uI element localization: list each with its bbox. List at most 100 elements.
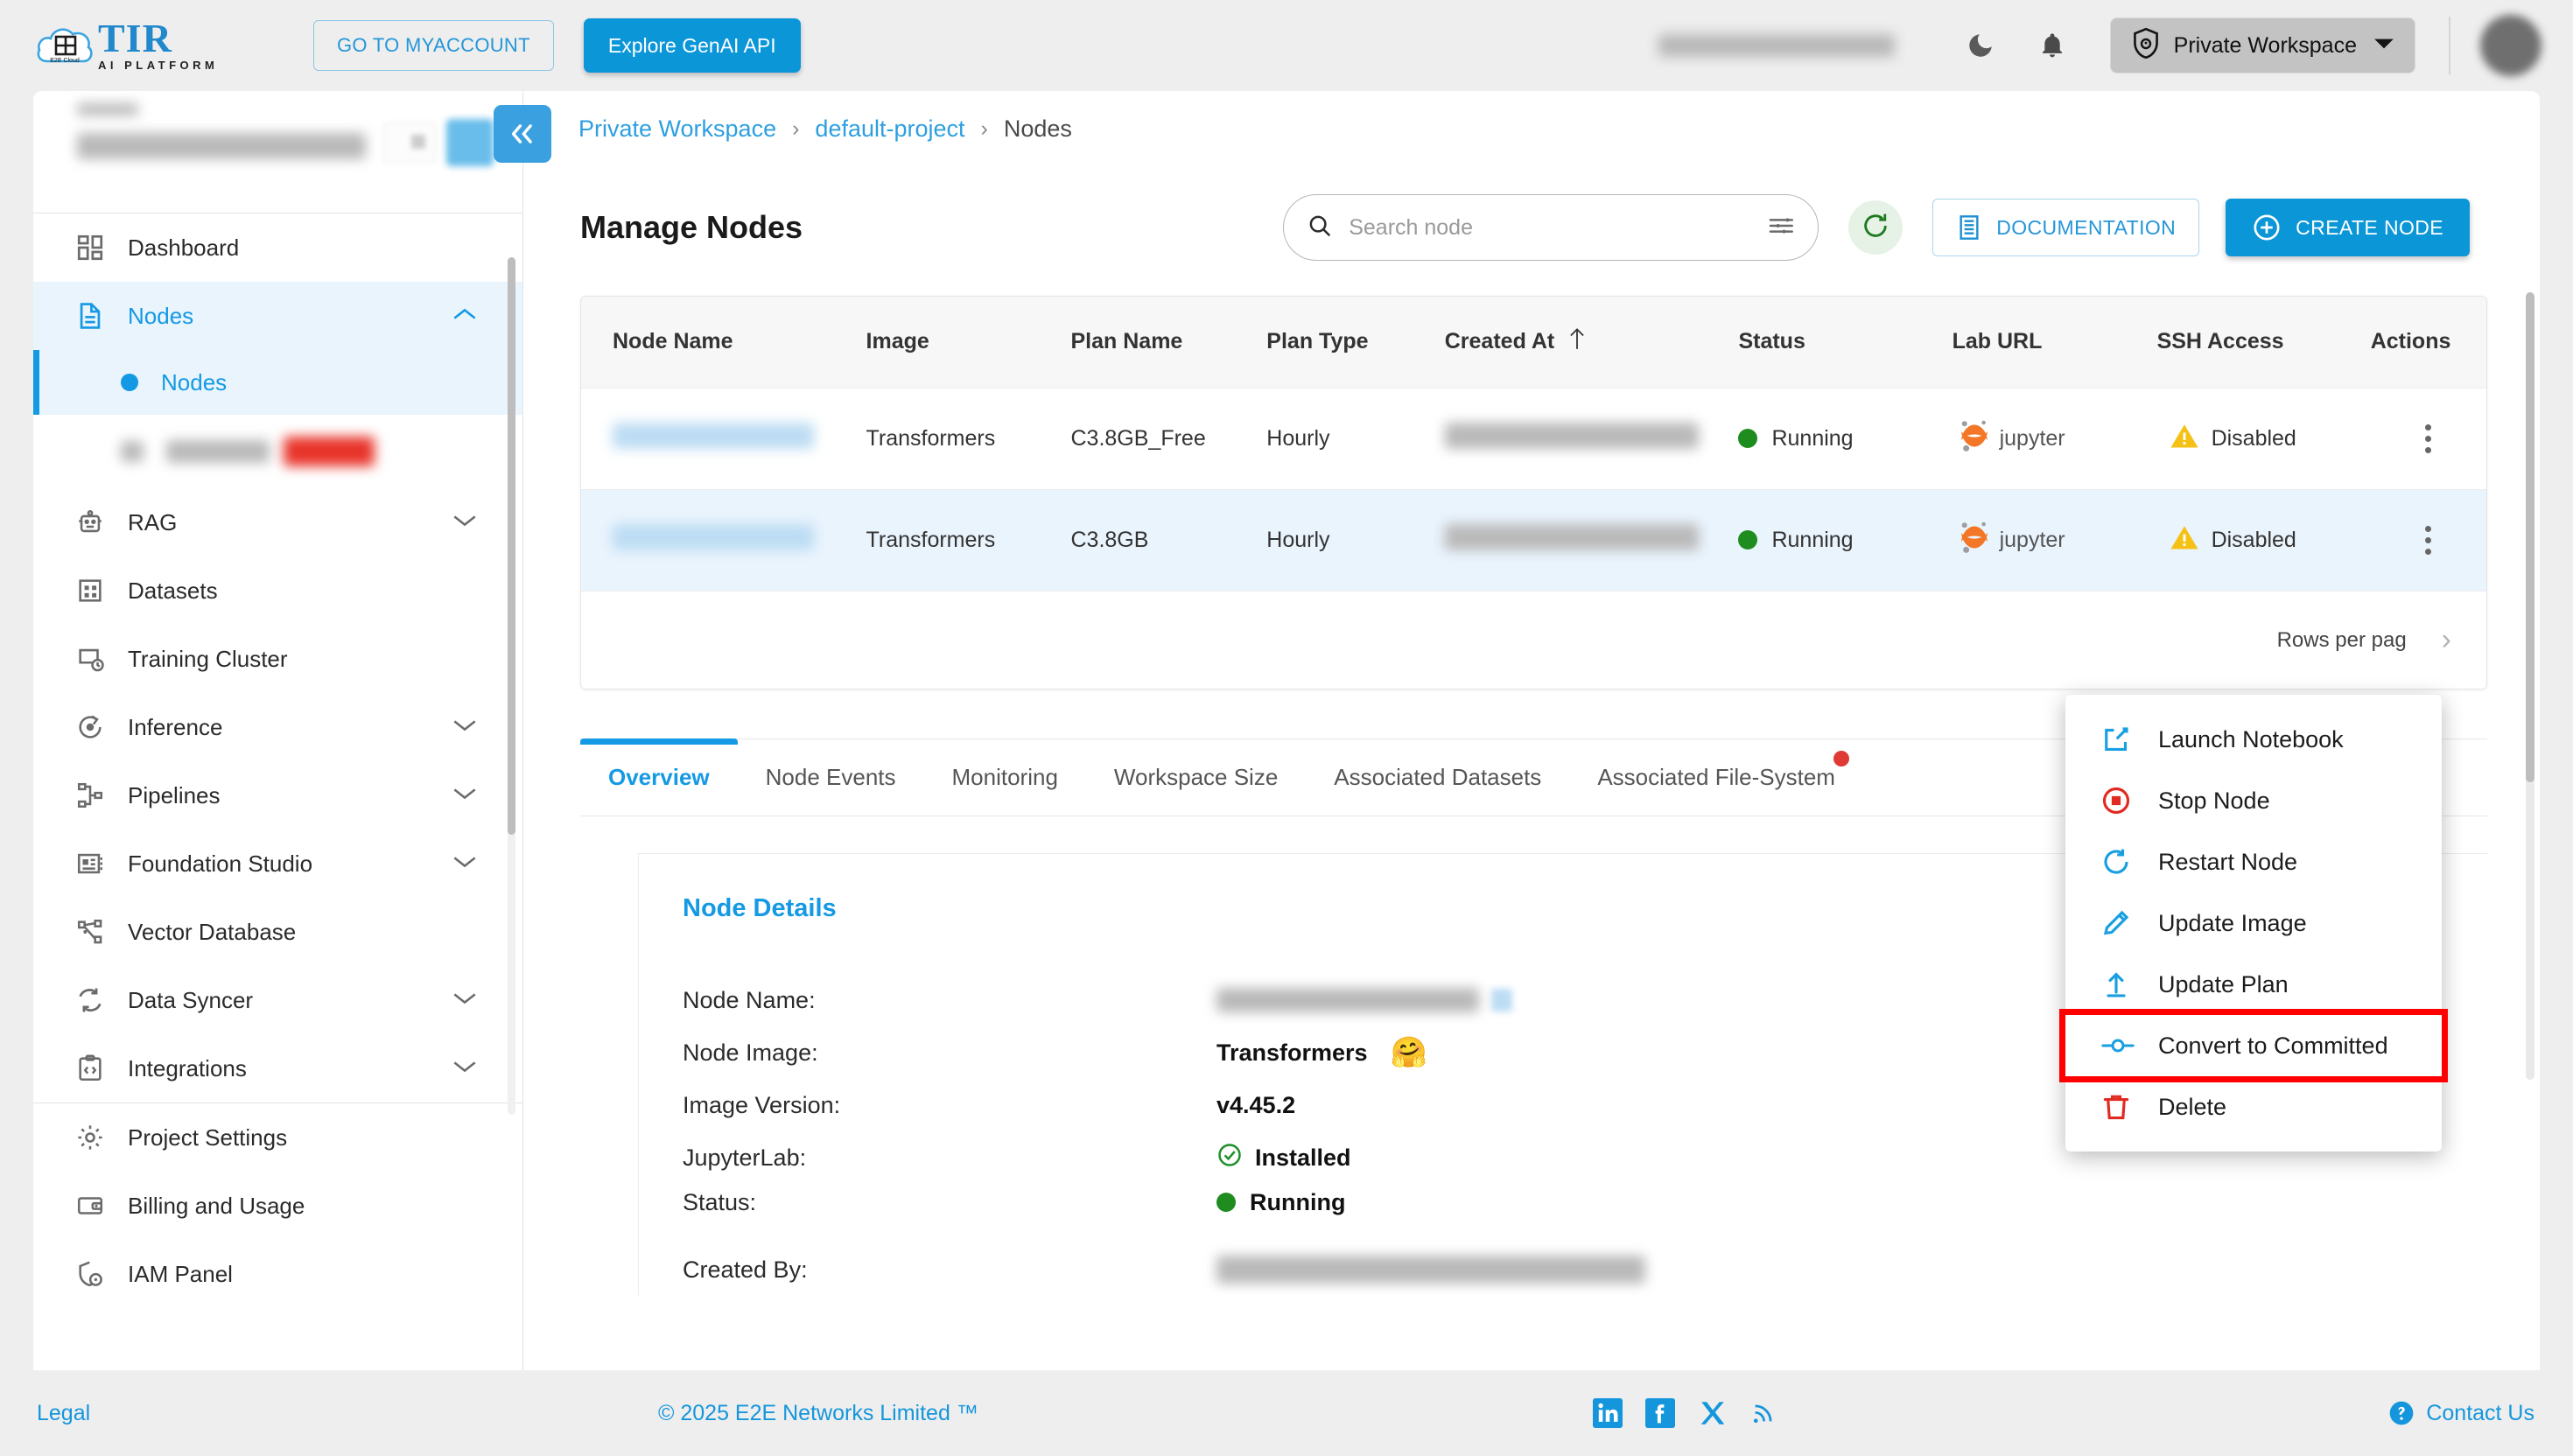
- rss-icon[interactable]: [1750, 1398, 1777, 1428]
- linkedin-icon[interactable]: [1593, 1398, 1623, 1428]
- tab-associated-file-system[interactable]: Associated File-System: [1569, 738, 1863, 816]
- tab-monitoring[interactable]: Monitoring: [924, 738, 1086, 816]
- col-ssh-access[interactable]: SSH Access: [2157, 297, 2371, 388]
- chevron-down-icon: [452, 513, 477, 533]
- table-row[interactable]: Transformers C3.8GB_Free Hourly Running: [581, 388, 2486, 489]
- menu-item-update-image[interactable]: Update Image: [2065, 892, 2442, 954]
- menu-item-stop-node[interactable]: Stop Node: [2065, 770, 2442, 831]
- tune-filter-icon[interactable]: [1767, 213, 1795, 243]
- detail-label: Status:: [683, 1188, 757, 1215]
- sidebar-item-project-settings[interactable]: Project Settings: [33, 1103, 522, 1172]
- col-status[interactable]: Status: [1738, 297, 1952, 388]
- sidebar-item-vector-database[interactable]: Vector Database: [33, 898, 522, 966]
- sidebar-item-nodes[interactable]: Nodes: [33, 282, 522, 350]
- sidebar-item-integrations[interactable]: Integrations: [33, 1034, 522, 1102]
- menu-item-launch-notebook[interactable]: Launch Notebook: [2065, 709, 2442, 770]
- col-created-at[interactable]: Created At: [1445, 297, 1739, 388]
- sidebar-item-dashboard[interactable]: Dashboard: [33, 214, 522, 282]
- col-image[interactable]: Image: [866, 297, 1071, 388]
- menu-item-label: Convert to Committed: [2158, 1032, 2388, 1059]
- col-plan-name[interactable]: Plan Name: [1071, 297, 1267, 388]
- kebab-menu-icon[interactable]: [2371, 422, 2486, 456]
- detail-label: Image Version:: [683, 1091, 841, 1118]
- footer-legal-link[interactable]: Legal: [37, 1401, 90, 1426]
- tab-workspace-size[interactable]: Workspace Size: [1086, 738, 1306, 816]
- sidebar-subitem-blurred[interactable]: [33, 415, 522, 488]
- detail-value: v4.45.2: [1216, 1091, 1296, 1118]
- cell-actions[interactable]: [2371, 388, 2486, 489]
- workspace-selector[interactable]: Private Workspace: [2109, 18, 2415, 74]
- topbar-divider: [2449, 17, 2450, 74]
- vector-db-icon: [75, 917, 116, 947]
- sidebar-item-iam-panel[interactable]: IAM Panel: [33, 1240, 522, 1308]
- jupyter-label: jupyter: [1999, 527, 2065, 552]
- cluster-clock-icon: [75, 644, 116, 674]
- explore-genai-api-button[interactable]: Explore GenAI API: [583, 18, 801, 73]
- copy-icon[interactable]: [1491, 989, 1512, 1012]
- search-node-container[interactable]: [1283, 194, 1819, 261]
- created-at-blurred: [1444, 422, 1699, 449]
- tab-node-events[interactable]: Node Events: [738, 738, 924, 816]
- tab-associated-datasets[interactable]: Associated Datasets: [1306, 738, 1569, 816]
- breadcrumb-workspace[interactable]: Private Workspace: [578, 116, 776, 143]
- sidebar-item-data-syncer[interactable]: Data Syncer: [33, 966, 522, 1034]
- sidebar-item-training-cluster[interactable]: Training Cluster: [33, 625, 522, 693]
- menu-item-label: Launch Notebook: [2158, 725, 2344, 752]
- menu-item-convert-to-committed[interactable]: Convert to Committed: [2059, 1009, 2448, 1082]
- table-body: Transformers C3.8GB_Free Hourly Running: [581, 388, 2486, 591]
- tab-label: Associated File-System: [1597, 763, 1835, 790]
- x-twitter-icon[interactable]: [1698, 1398, 1728, 1428]
- col-lab-url[interactable]: Lab URL: [1953, 297, 2157, 388]
- moon-icon[interactable]: [1956, 21, 2005, 70]
- facebook-icon[interactable]: [1645, 1398, 1675, 1428]
- detail-value: Transformers 🤗: [1216, 1035, 1427, 1070]
- menu-item-label: Update Image: [2158, 909, 2307, 936]
- col-plan-type[interactable]: Plan Type: [1266, 297, 1444, 388]
- cell-node-name[interactable]: [581, 489, 866, 591]
- jupyter-icon: [1953, 515, 1996, 565]
- sidebar-item-billing-and-usage[interactable]: Billing and Usage: [33, 1172, 522, 1240]
- sidebar-item-label: Data Syncer: [128, 986, 254, 1013]
- user-avatar[interactable]: [2480, 15, 2541, 76]
- sidebar-subitem-nodes[interactable]: Nodes: [33, 350, 522, 415]
- create-node-button[interactable]: CREATE NODE: [2226, 199, 2470, 256]
- footer-copyright: © 2025 E2E Networks Limited ™: [658, 1400, 978, 1425]
- refresh-button[interactable]: [1848, 200, 1903, 255]
- content-scrollbar-thumb[interactable]: [2526, 292, 2534, 782]
- sidebar-item-pipelines[interactable]: Pipelines: [33, 761, 522, 830]
- cell-actions[interactable]: [2371, 489, 2486, 591]
- tab-overview[interactable]: Overview: [580, 738, 738, 816]
- project-box-blurred: [383, 122, 436, 163]
- sidebar-scrollbar-thumb[interactable]: [508, 257, 515, 835]
- sidebar-item-label: Inference: [128, 713, 223, 740]
- node-convert-icon: [2100, 1032, 2151, 1059]
- sidebar-item-datasets[interactable]: Datasets: [33, 556, 522, 625]
- sidebar-item-rag[interactable]: RAG: [33, 488, 522, 556]
- sidebar-item-inference[interactable]: Inference: [33, 693, 522, 761]
- cell-node-name[interactable]: [581, 388, 866, 489]
- cell-lab-url[interactable]: jupyter: [1953, 489, 2157, 591]
- breadcrumb-project[interactable]: default-project: [815, 116, 964, 143]
- footer-contact-us[interactable]: Contact Us: [2387, 1399, 2534, 1427]
- search-input[interactable]: [1349, 214, 1768, 241]
- jupyter-label: jupyter: [1999, 425, 2065, 451]
- table-row[interactable]: Transformers C3.8GB Hourly Running jupyt…: [581, 489, 2486, 591]
- warning-triangle-icon: [2170, 422, 2199, 456]
- table-header-row: Node Name Image Plan Name Plan Type Crea…: [581, 297, 2486, 388]
- sidebar-project-selector[interactable]: [33, 91, 522, 214]
- notification-bell-icon[interactable]: [2028, 21, 2077, 70]
- cell-lab-url[interactable]: jupyter: [1953, 388, 2157, 489]
- kebab-menu-icon[interactable]: [2371, 523, 2486, 557]
- documentation-button[interactable]: DOCUMENTATION: [1932, 199, 2200, 256]
- goto-myaccount-button[interactable]: GO TO MYACCOUNT: [313, 20, 554, 71]
- sidebar-item-foundation-studio[interactable]: Foundation Studio: [33, 830, 522, 898]
- chevron-right-icon[interactable]: ›: [2442, 623, 2451, 657]
- menu-item-restart-node[interactable]: Restart Node: [2065, 831, 2442, 892]
- nodes-table-card: Node Name Image Plan Name Plan Type Crea…: [580, 296, 2487, 690]
- created-at-blurred: [1444, 523, 1699, 550]
- col-node-name[interactable]: Node Name: [581, 297, 866, 388]
- menu-item-update-plan[interactable]: Update Plan: [2065, 954, 2442, 1015]
- app-logo[interactable]: E2E Cloud TIR AI PLATFORM: [35, 18, 271, 72]
- double-chevron-left-icon[interactable]: [494, 105, 551, 163]
- menu-item-delete[interactable]: Delete: [2065, 1076, 2442, 1138]
